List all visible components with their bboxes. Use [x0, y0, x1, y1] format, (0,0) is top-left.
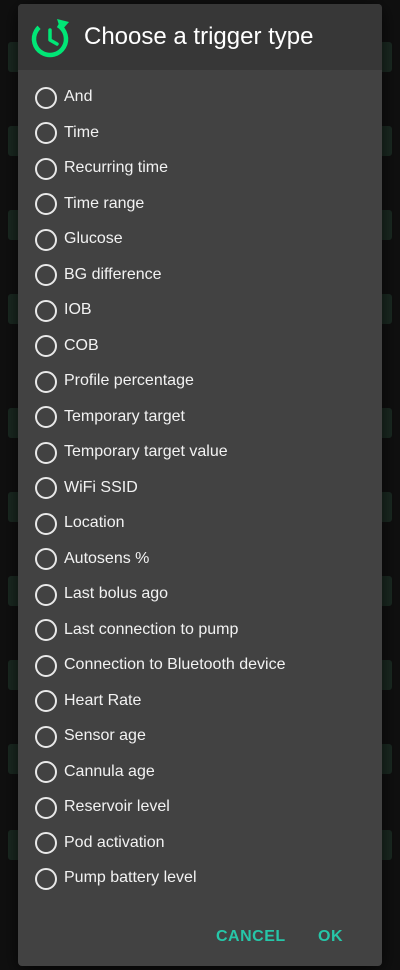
radio-button[interactable] — [35, 796, 57, 819]
radio-button[interactable] — [35, 832, 57, 855]
trigger-option-label: Time — [64, 123, 99, 141]
radio-button[interactable] — [35, 654, 57, 677]
trigger-option[interactable]: Temporary target — [18, 400, 382, 436]
radio-button[interactable] — [35, 548, 57, 571]
radio-button[interactable] — [35, 299, 57, 322]
trigger-option-label: Autosens % — [64, 549, 150, 567]
trigger-option-label: IOB — [64, 301, 92, 318]
trigger-option-label: Time range — [64, 194, 145, 212]
radio-button[interactable] — [35, 725, 57, 748]
trigger-option-label: Connection to Bluetooth device — [64, 656, 286, 673]
trigger-option[interactable]: IOB — [18, 293, 382, 329]
radio-button[interactable] — [35, 228, 57, 251]
trigger-option-label: BG difference — [64, 265, 162, 283]
trigger-option[interactable]: Pod activation — [18, 826, 382, 862]
trigger-option[interactable]: Time — [18, 116, 382, 152]
trigger-option[interactable]: Heart Rate — [18, 684, 382, 720]
trigger-option[interactable]: And — [18, 80, 382, 116]
trigger-option[interactable]: Profile percentage — [18, 364, 382, 400]
trigger-type-dialog: Choose a trigger type And Time Recurring t… — [18, 4, 382, 966]
radio-button[interactable] — [35, 690, 57, 713]
trigger-option[interactable]: COB — [18, 329, 382, 365]
trigger-option[interactable]: Pump battery level — [18, 861, 382, 897]
trigger-option[interactable]: BG difference — [18, 258, 382, 294]
trigger-option-label: Last bolus ago — [64, 585, 169, 602]
radio-button[interactable] — [35, 867, 57, 890]
trigger-option[interactable]: WiFi SSID — [18, 471, 382, 507]
radio-button[interactable] — [35, 122, 57, 145]
radio-button[interactable] — [35, 512, 57, 535]
trigger-option-label: And — [64, 88, 93, 105]
clock-refresh-icon — [31, 19, 69, 58]
radio-button[interactable] — [35, 264, 57, 287]
radio-button[interactable] — [35, 583, 57, 606]
radio-button[interactable] — [35, 619, 57, 642]
trigger-option[interactable]: Autosens % — [18, 542, 382, 578]
trigger-option-label: Reservoir level — [64, 798, 170, 815]
radio-button[interactable] — [35, 335, 57, 358]
trigger-option[interactable]: Time range — [18, 187, 382, 223]
trigger-option-label: Sensor age — [64, 727, 146, 744]
radio-button[interactable] — [35, 406, 57, 429]
trigger-option-label: Last connection to pump — [64, 620, 239, 638]
ok-button[interactable]: OK — [312, 924, 349, 950]
trigger-option[interactable]: Glucose — [18, 222, 382, 258]
trigger-option[interactable]: Sensor age — [18, 719, 382, 755]
cancel-button[interactable]: CANCEL — [210, 924, 292, 950]
trigger-option[interactable]: Recurring time — [18, 151, 382, 187]
trigger-option-label: Glucose — [64, 230, 123, 247]
trigger-option-label: Temporary target value — [64, 443, 228, 460]
trigger-option[interactable]: Cannula age — [18, 755, 382, 791]
trigger-option-label: Profile percentage — [64, 372, 194, 389]
trigger-option[interactable]: Connection to Bluetooth device — [18, 648, 382, 684]
trigger-option-label: Pump battery level — [64, 869, 197, 886]
trigger-option-label: WiFi SSID — [64, 478, 138, 496]
dialog-title: Choose a trigger type — [84, 23, 314, 50]
trigger-option-label: Location — [64, 514, 125, 531]
trigger-option[interactable]: Reservoir level — [18, 790, 382, 826]
trigger-option-label: Cannula age — [64, 762, 155, 780]
trigger-type-list: And Time Recurring time Time range Glucose BG… — [18, 80, 382, 897]
radio-button[interactable] — [35, 86, 57, 109]
trigger-option[interactable]: Temporary target value — [18, 435, 382, 471]
trigger-option-label: COB — [64, 336, 99, 354]
trigger-option-label: Pod activation — [64, 833, 165, 851]
trigger-option-label: Temporary target — [64, 407, 185, 425]
trigger-option[interactable]: Location — [18, 506, 382, 542]
radio-button[interactable] — [35, 477, 57, 500]
trigger-option[interactable]: Last bolus ago — [18, 577, 382, 613]
radio-button[interactable] — [35, 370, 57, 393]
radio-button[interactable] — [35, 157, 57, 180]
radio-button[interactable] — [35, 441, 57, 464]
trigger-option-label: Recurring time — [64, 159, 169, 176]
dialog-header: Choose a trigger type — [18, 4, 382, 70]
trigger-option[interactable]: Last connection to pump — [18, 613, 382, 649]
radio-button[interactable] — [35, 761, 57, 784]
trigger-option-label: Heart Rate — [64, 691, 142, 709]
radio-button[interactable] — [35, 193, 57, 216]
